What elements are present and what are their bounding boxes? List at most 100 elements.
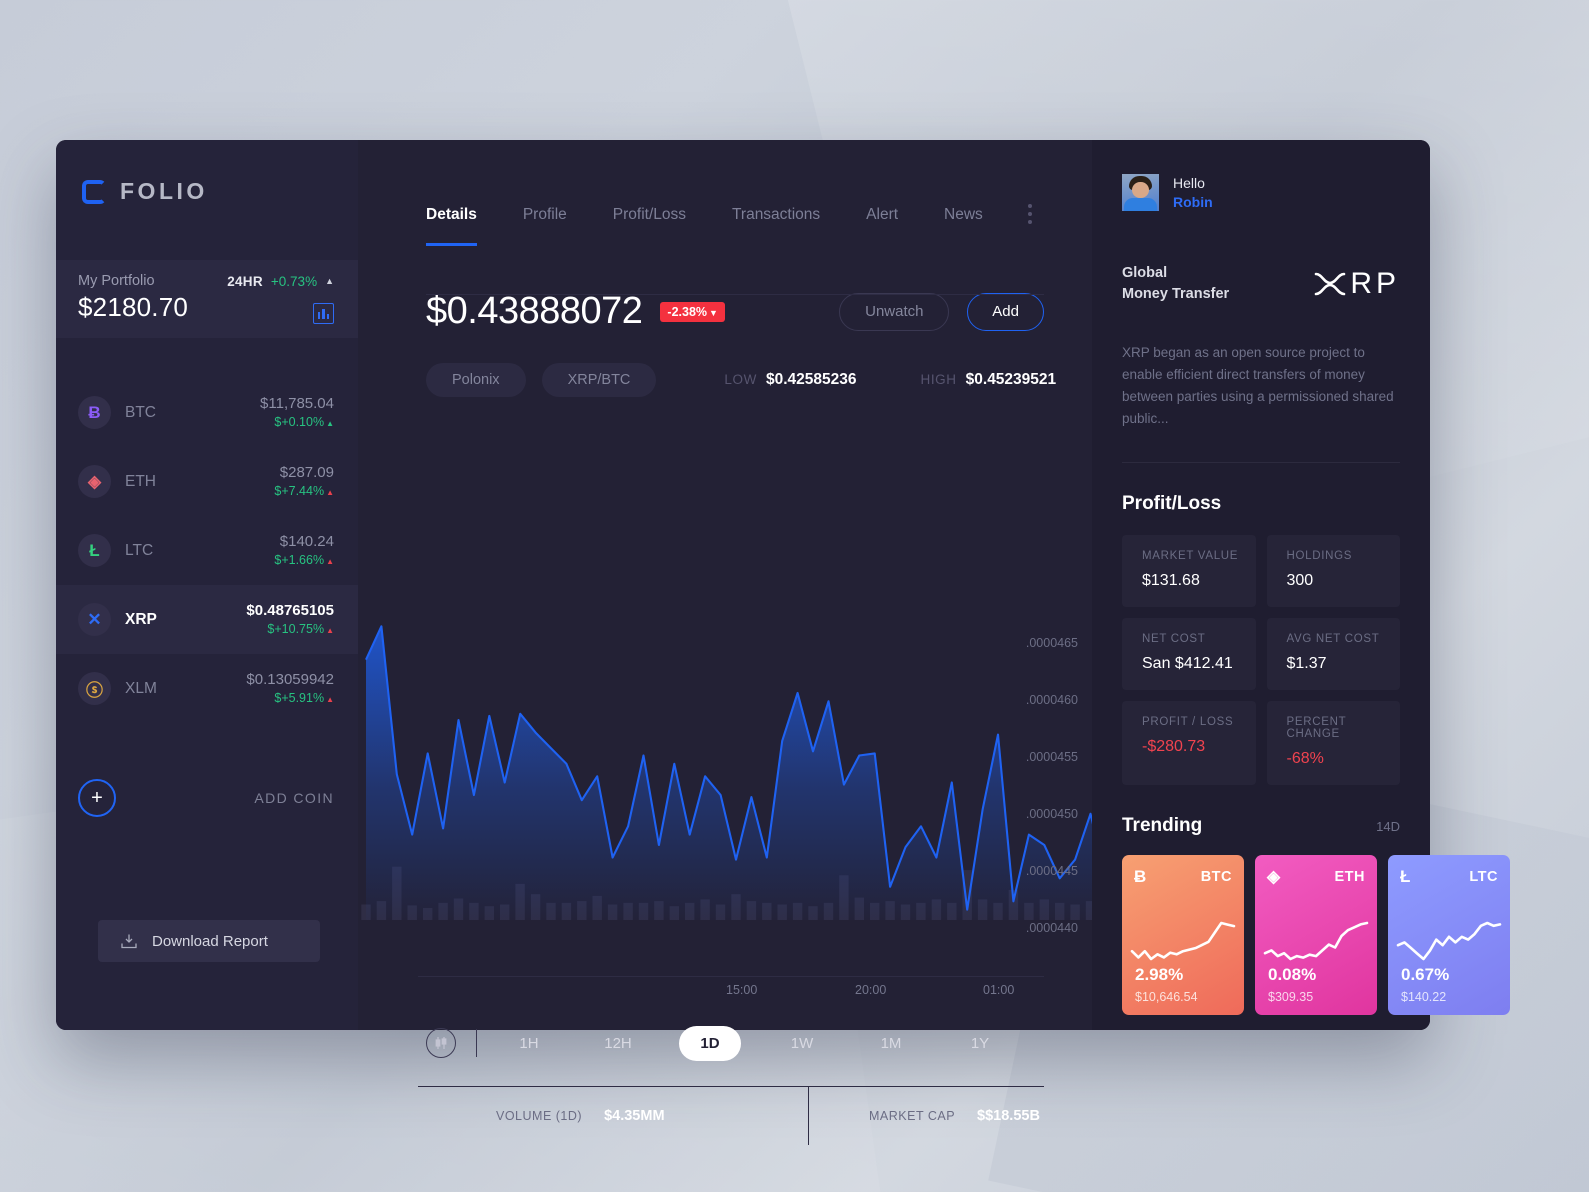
timeframe-1h[interactable]: 1H bbox=[501, 1027, 557, 1060]
coin-price: $287.09 bbox=[279, 463, 334, 481]
stat-key: AVG NET COST bbox=[1286, 632, 1380, 645]
asset-description: XRP began as an open source project to e… bbox=[1122, 345, 1394, 426]
asset-tagline-line1: Global bbox=[1122, 265, 1168, 281]
trending-price: $10,646.54 bbox=[1135, 989, 1198, 1004]
xrp-logo-text: RP bbox=[1350, 266, 1400, 300]
price-chart[interactable]: .0000465 .0000460 .0000455 .0000450 .0000445… bbox=[358, 610, 1373, 940]
user-greeting[interactable]: Hello Robin bbox=[1122, 140, 1400, 211]
coin-row-eth[interactable]: ◈ ETH $287.09 $+7.44% ▲ bbox=[56, 447, 358, 516]
y-tick: .0000460 bbox=[1025, 693, 1078, 707]
stat-profit-loss: PROFIT / LOSS -$280.73 bbox=[1122, 700, 1256, 785]
plus-icon[interactable]: + bbox=[78, 779, 116, 817]
timeframe-1w[interactable]: 1W bbox=[774, 1027, 830, 1060]
high-value: $0.45239521 bbox=[965, 371, 1057, 388]
app-logo[interactable]: FOLIO bbox=[56, 140, 358, 205]
market-cap-value: $$18.55B bbox=[977, 1108, 1040, 1124]
high-label: HIGH bbox=[920, 372, 957, 387]
trending-card-btc[interactable]: Ƀ BTC 2.98% $10,646.54 bbox=[1122, 854, 1244, 1015]
trending-title: Trending bbox=[1122, 814, 1203, 836]
pair-pill[interactable]: XRP/BTC bbox=[541, 363, 657, 397]
trending-percent: 0.67% bbox=[1401, 964, 1450, 984]
timeframe-12h[interactable]: 12H bbox=[590, 1027, 646, 1060]
stat-value: San $412.41 bbox=[1142, 654, 1233, 672]
btc-icon: Ƀ bbox=[78, 396, 111, 429]
stat-avg-net-cost: AVG NET COST $1.37 bbox=[1266, 617, 1400, 690]
tab-details[interactable]: Details bbox=[426, 206, 477, 246]
portfolio-summary[interactable]: My Portfolio 24HR +0.73% ▲ $2180.70 bbox=[56, 260, 358, 338]
y-tick: .0000450 bbox=[1025, 807, 1078, 821]
exchange-pill[interactable]: Polonix bbox=[426, 363, 526, 397]
volume-label: VOLUME (1D) bbox=[496, 1109, 583, 1123]
trend-up-icon: ▲ bbox=[326, 419, 334, 429]
coin-symbol: BTC bbox=[125, 403, 156, 421]
tab-news[interactable]: News bbox=[944, 206, 983, 246]
volume-stat: VOLUME (1D) $4.35MM bbox=[418, 1087, 808, 1145]
tab-divider bbox=[426, 294, 1044, 295]
y-tick: .0000445 bbox=[1025, 864, 1078, 878]
app-logo-text: FOLIO bbox=[120, 178, 208, 204]
coin-price: $11,785.04 bbox=[260, 394, 334, 412]
coin-change: $+7.44% ▲ bbox=[274, 484, 334, 499]
tab-bar: Details Profile Profit/Loss Transactions Ale… bbox=[358, 140, 1092, 246]
panel-divider bbox=[1122, 461, 1400, 463]
add-button[interactable]: Add bbox=[967, 292, 1044, 331]
download-report-button[interactable]: Download Report bbox=[98, 920, 320, 962]
coin-row-xlm[interactable]: ⓢ XLM $0.13059942 $+5.91% ▲ bbox=[56, 654, 358, 723]
tab-transactions[interactable]: Transactions bbox=[732, 206, 820, 246]
coin-symbol: LTC bbox=[125, 541, 154, 559]
coin-row-btc[interactable]: Ƀ BTC $11,785.04 $+0.10% ▲ bbox=[56, 378, 358, 447]
coin-symbol: ETH bbox=[125, 472, 156, 490]
volume-value: $4.35MM bbox=[604, 1108, 665, 1124]
sparkline bbox=[1263, 921, 1369, 960]
asset-tagline: Global Money Transfer bbox=[1122, 263, 1229, 304]
xrp-wordmark: RP bbox=[1313, 267, 1400, 301]
low-stat: LOW $0.42585236 bbox=[724, 371, 856, 389]
asset-brand: Global Money Transfer RP bbox=[1122, 263, 1400, 304]
add-coin-row[interactable]: + ADD COIN bbox=[56, 778, 358, 818]
trend-down-icon: ▲ bbox=[326, 626, 334, 636]
sparkline bbox=[1396, 921, 1502, 960]
right-panel: Hello Robin Global Money Transfer RP XRP… bbox=[1092, 140, 1510, 1030]
x-axis-labels: 15:0020:0001:0006:0011:00 bbox=[358, 983, 1273, 1003]
x-axis-line bbox=[418, 976, 1044, 977]
stat-key: HOLDINGS bbox=[1286, 549, 1353, 562]
ltc-icon: Ł bbox=[78, 534, 111, 567]
low-value: $0.42585236 bbox=[765, 371, 857, 388]
trending-percent: 0.08% bbox=[1268, 964, 1317, 984]
stat-value: 300 bbox=[1286, 571, 1314, 589]
coin-change: $+0.10% ▲ bbox=[274, 415, 334, 430]
sparkline bbox=[1130, 921, 1236, 960]
portfolio-amount: $2180.70 bbox=[78, 292, 189, 322]
unwatch-button[interactable]: Unwatch bbox=[839, 292, 950, 331]
timeframe-1y[interactable]: 1Y bbox=[952, 1027, 1008, 1060]
stat-key: PERCENT CHANGE bbox=[1286, 715, 1347, 740]
download-tray-icon bbox=[120, 932, 138, 950]
xlm-icon: ⓢ bbox=[78, 672, 111, 705]
tab-profit-loss[interactable]: Profit/Loss bbox=[613, 206, 686, 246]
current-price: $0.43888072 bbox=[426, 290, 643, 332]
bar-chart-icon[interactable] bbox=[313, 303, 334, 324]
coin-row-xrp[interactable]: ✕ XRP $0.48765105 $+10.75% ▲ bbox=[56, 585, 358, 654]
trending-symbol: LTC bbox=[1469, 868, 1498, 885]
timeframe-1d[interactable]: 1D bbox=[679, 1025, 741, 1061]
trending-price: $140.22 bbox=[1401, 989, 1447, 1004]
trending-symbol: ETH bbox=[1334, 868, 1365, 885]
price-change-badge: -2.38% ▼ bbox=[660, 301, 725, 322]
candlestick-icon[interactable] bbox=[426, 1028, 456, 1058]
profit-loss-title: Profit/Loss bbox=[1122, 492, 1222, 514]
trend-up-icon: ▲ bbox=[325, 276, 334, 286]
tab-alert[interactable]: Alert bbox=[866, 206, 898, 246]
trending-card-ltc[interactable]: Ł LTC 0.67% $140.22 bbox=[1388, 854, 1510, 1015]
kebab-menu-icon[interactable] bbox=[1028, 204, 1032, 224]
user-name: Robin bbox=[1173, 193, 1213, 210]
trending-percent: 2.98% bbox=[1135, 964, 1184, 984]
coin-change: $+10.75% ▲ bbox=[267, 622, 334, 637]
trending-card-eth[interactable]: ◈ ETH 0.08% $309.35 bbox=[1255, 854, 1377, 1015]
low-label: LOW bbox=[724, 372, 757, 387]
tab-profile[interactable]: Profile bbox=[523, 206, 567, 246]
download-report-label: Download Report bbox=[152, 932, 268, 950]
eth-icon: ◈ bbox=[78, 465, 111, 498]
coin-row-ltc[interactable]: Ł LTC $140.24 $+1.66% ▲ bbox=[56, 516, 358, 585]
y-axis-labels: .0000465 .0000460 .0000455 .0000450 .0000445… bbox=[988, 610, 1078, 940]
timeframe-1m[interactable]: 1M bbox=[863, 1027, 919, 1060]
